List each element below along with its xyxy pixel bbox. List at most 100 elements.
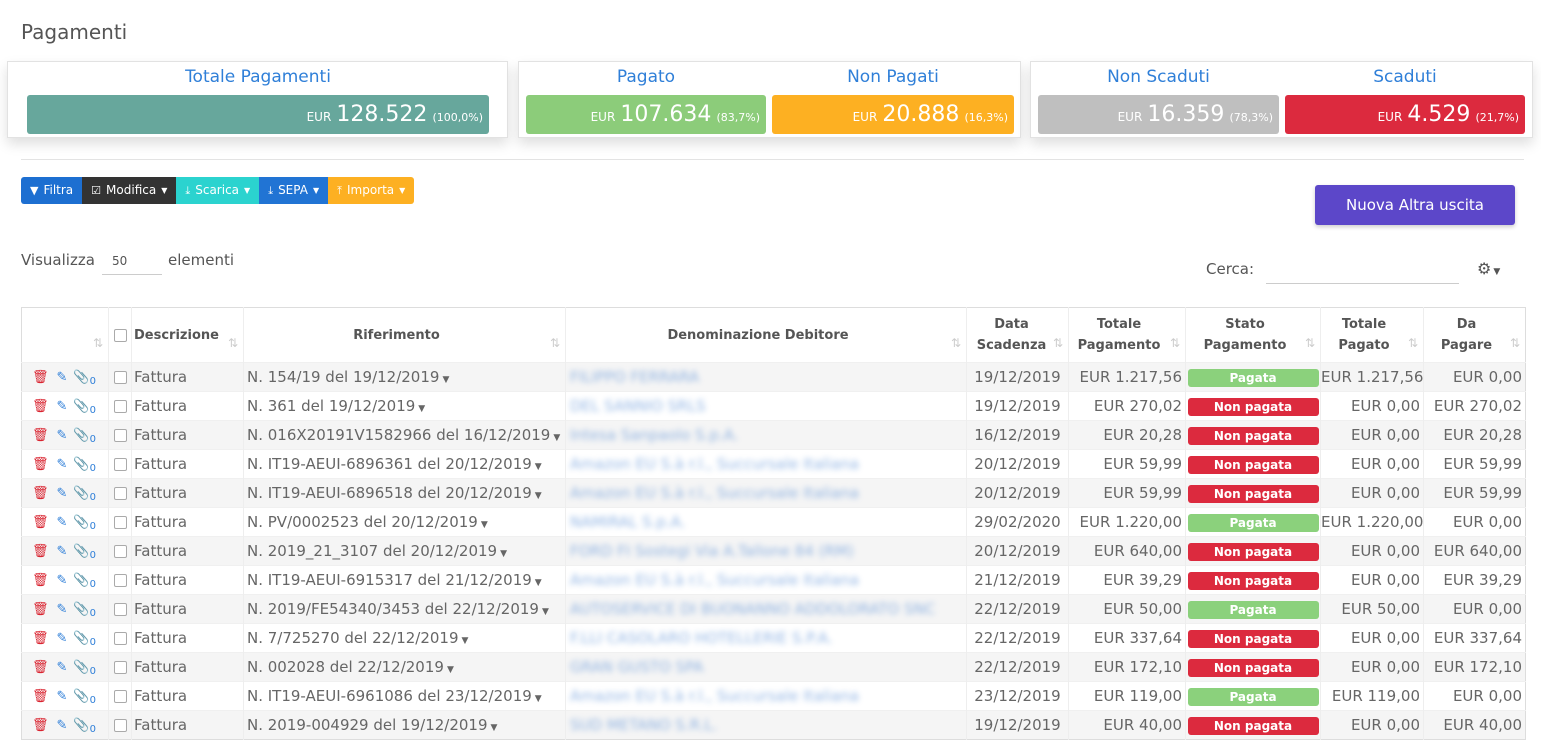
row-checkbox[interactable] bbox=[113, 371, 127, 384]
stat-value-box[interactable]: EUR 128.522 (100,0%) bbox=[27, 95, 489, 134]
table-row[interactable]: 🗑 ✎ 📎0 Fattura N. 154/19 del 19/12/2019 ▼ F… bbox=[21, 362, 1526, 392]
caret-down-icon[interactable]: ▼ bbox=[542, 607, 549, 617]
nuova-altra-uscita-button[interactable]: Nuova Altra uscita bbox=[1315, 185, 1515, 225]
denominazione-cell[interactable]: F.LLI CASOLARO HOTELLERIE S.P.A. bbox=[565, 623, 967, 653]
denominazione-link[interactable]: FILIPPO FERRARA bbox=[570, 368, 699, 386]
header-totale-pagamento[interactable]: Totale Pagamento ⇅ bbox=[1068, 307, 1186, 363]
table-row[interactable]: 🗑 ✎ 📎0 Fattura N. 2019/FE54340/3453 del 22… bbox=[21, 594, 1526, 624]
table-row[interactable]: 🗑 ✎ 📎0 Fattura N. 7/725270 del 22/12/2019 ▼… bbox=[21, 623, 1526, 653]
trash-icon[interactable]: 🗑 bbox=[32, 689, 49, 704]
filter-button[interactable]: ▼ Filtra bbox=[21, 177, 83, 204]
riferimento-link[interactable]: N. IT19-AEUI-6961086 del 23/12/2019 bbox=[247, 687, 532, 705]
denominazione-link[interactable]: SUD METANO S.R.L. bbox=[570, 716, 717, 734]
riferimento-cell[interactable]: N. IT19-AEUI-6961086 del 23/12/2019 ▼ bbox=[243, 681, 566, 711]
riferimento-link[interactable]: N. 2019-004929 del 19/12/2019 bbox=[247, 716, 488, 734]
riferimento-cell[interactable]: N. 016X20191V1582966 del 16/12/2019 ▼ bbox=[243, 420, 566, 450]
paperclip-icon[interactable]: 📎 bbox=[73, 544, 89, 559]
row-checkbox[interactable] bbox=[113, 690, 127, 703]
importa-dropdown-button[interactable]: ⤒ Importa ▼ bbox=[328, 177, 415, 204]
trash-icon[interactable]: 🗑 bbox=[32, 370, 49, 385]
caret-down-icon[interactable]: ▼ bbox=[553, 433, 560, 443]
denominazione-link[interactable]: Amazon EU S.à r.l., Succursale Italiana bbox=[570, 687, 859, 705]
denominazione-cell[interactable]: FORD FI Sostegi Via A.Tallone 84 (RM) bbox=[565, 536, 967, 566]
edit-icon[interactable]: ✎ bbox=[57, 631, 68, 646]
riferimento-link[interactable]: N. IT19-AEUI-6896361 del 20/12/2019 bbox=[247, 455, 532, 473]
denominazione-cell[interactable]: GRAN GUSTO SPA bbox=[565, 652, 967, 682]
denominazione-cell[interactable]: Amazon EU S.à r.l., Succursale Italiana bbox=[565, 478, 967, 508]
edit-icon[interactable]: ✎ bbox=[57, 602, 68, 617]
select-all-checkbox[interactable] bbox=[113, 328, 127, 342]
table-row[interactable]: 🗑 ✎ 📎0 Fattura N. IT19-AEUI-6896361 del 20… bbox=[21, 449, 1526, 479]
caret-down-icon[interactable]: ▼ bbox=[442, 375, 449, 385]
trash-icon[interactable]: 🗑 bbox=[32, 486, 49, 501]
search-input[interactable] bbox=[1266, 258, 1459, 284]
trash-icon[interactable]: 🗑 bbox=[32, 515, 49, 530]
trash-icon[interactable]: 🗑 bbox=[32, 457, 49, 472]
edit-icon[interactable]: ✎ bbox=[57, 544, 68, 559]
table-row[interactable]: 🗑 ✎ 📎0 Fattura N. IT19-AEUI-6961086 del 23… bbox=[21, 681, 1526, 711]
paperclip-icon[interactable]: 📎 bbox=[73, 631, 89, 646]
paperclip-icon[interactable]: 📎 bbox=[73, 602, 89, 617]
modifica-dropdown-button[interactable]: ☑ Modifica ▼ bbox=[82, 177, 177, 204]
riferimento-link[interactable]: N. IT19-AEUI-6896518 del 20/12/2019 bbox=[247, 484, 532, 502]
edit-icon[interactable]: ✎ bbox=[57, 660, 68, 675]
caret-down-icon[interactable]: ▼ bbox=[491, 723, 498, 733]
riferimento-link[interactable]: N. 361 del 19/12/2019 bbox=[247, 397, 415, 415]
riferimento-cell[interactable]: N. 361 del 19/12/2019 ▼ bbox=[243, 391, 566, 421]
denominazione-cell[interactable]: Amazon EU S.à r.l., Succursale Italiana bbox=[565, 449, 967, 479]
denominazione-link[interactable]: GRAN GUSTO SPA bbox=[570, 658, 703, 676]
edit-icon[interactable]: ✎ bbox=[57, 689, 68, 704]
riferimento-cell[interactable]: N. 2019/FE54340/3453 del 22/12/2019 ▼ bbox=[243, 594, 566, 624]
table-row[interactable]: 🗑 ✎ 📎0 Fattura N. 2019_21_3107 del 20/12/2… bbox=[21, 536, 1526, 566]
denominazione-link[interactable]: AUTOSERVICE DI BUONANNO ADDOLORATO SNC bbox=[570, 600, 935, 618]
header-totale-pagato[interactable]: Totale Pagato ⇅ bbox=[1320, 307, 1424, 363]
trash-icon[interactable]: 🗑 bbox=[32, 660, 49, 675]
paperclip-icon[interactable]: 📎 bbox=[73, 718, 89, 733]
edit-icon[interactable]: ✎ bbox=[57, 486, 68, 501]
edit-icon[interactable]: ✎ bbox=[57, 399, 68, 414]
caret-down-icon[interactable]: ▼ bbox=[500, 549, 507, 559]
riferimento-link[interactable]: N. 154/19 del 19/12/2019 bbox=[247, 368, 439, 386]
row-checkbox[interactable] bbox=[113, 632, 127, 645]
header-actions[interactable]: ⇅ bbox=[22, 308, 109, 363]
riferimento-link[interactable]: N. 2019/FE54340/3453 del 22/12/2019 bbox=[247, 600, 539, 618]
paperclip-icon[interactable]: 📎 bbox=[73, 515, 89, 530]
header-data-scadenza[interactable]: Data Scadenza ⇅ bbox=[966, 307, 1069, 363]
denominazione-cell[interactable]: SUD METANO S.R.L. bbox=[565, 710, 967, 740]
riferimento-cell[interactable]: N. IT19-AEUI-6896361 del 20/12/2019 ▼ bbox=[243, 449, 566, 479]
edit-icon[interactable]: ✎ bbox=[57, 370, 68, 385]
row-checkbox[interactable] bbox=[113, 603, 127, 616]
riferimento-link[interactable]: N. 016X20191V1582966 del 16/12/2019 bbox=[247, 426, 550, 444]
stat-value-box[interactable]: EUR 20.888 (16,3%) bbox=[772, 95, 1014, 134]
paperclip-icon[interactable]: 📎 bbox=[73, 428, 89, 443]
column-settings-button[interactable]: ⚙ ▼ bbox=[1477, 259, 1500, 278]
denominazione-cell[interactable]: DEL SANNIO SRLS bbox=[565, 391, 967, 421]
denominazione-cell[interactable]: FILIPPO FERRARA bbox=[565, 362, 967, 392]
row-checkbox[interactable] bbox=[113, 458, 127, 471]
row-checkbox[interactable] bbox=[113, 545, 127, 558]
denominazione-link[interactable]: FORD FI Sostegi Via A.Tallone 84 (RM) bbox=[570, 542, 854, 560]
paperclip-icon[interactable]: 📎 bbox=[73, 689, 89, 704]
header-select-all[interactable] bbox=[108, 307, 132, 363]
header-denominazione[interactable]: Denominazione Debitore ⇅ bbox=[565, 307, 967, 363]
row-checkbox[interactable] bbox=[113, 574, 127, 587]
stat-value-box[interactable]: EUR 107.634 (83,7%) bbox=[526, 95, 766, 134]
table-row[interactable]: 🗑 ✎ 📎0 Fattura N. IT19-AEUI-6915317 del 21… bbox=[21, 565, 1526, 595]
riferimento-cell[interactable]: N. IT19-AEUI-6896518 del 20/12/2019 ▼ bbox=[243, 478, 566, 508]
trash-icon[interactable]: 🗑 bbox=[32, 544, 49, 559]
riferimento-cell[interactable]: N. PV/0002523 del 20/12/2019 ▼ bbox=[243, 507, 566, 537]
caret-down-icon[interactable]: ▼ bbox=[447, 665, 454, 675]
caret-down-icon[interactable]: ▼ bbox=[535, 694, 542, 704]
trash-icon[interactable]: 🗑 bbox=[32, 602, 49, 617]
denominazione-link[interactable]: DEL SANNIO SRLS bbox=[570, 397, 705, 415]
riferimento-cell[interactable]: N. 154/19 del 19/12/2019 ▼ bbox=[243, 362, 566, 392]
trash-icon[interactable]: 🗑 bbox=[32, 573, 49, 588]
table-row[interactable]: 🗑 ✎ 📎0 Fattura N. 361 del 19/12/2019 ▼ DEL … bbox=[21, 391, 1526, 421]
riferimento-link[interactable]: N. IT19-AEUI-6915317 del 21/12/2019 bbox=[247, 571, 532, 589]
trash-icon[interactable]: 🗑 bbox=[32, 399, 49, 414]
trash-icon[interactable]: 🗑 bbox=[32, 428, 49, 443]
denominazione-link[interactable]: Amazon EU S.à r.l., Succursale Italiana bbox=[570, 571, 859, 589]
stat-value-box[interactable]: EUR 4.529 (21,7%) bbox=[1285, 95, 1525, 134]
paperclip-icon[interactable]: 📎 bbox=[73, 573, 89, 588]
denominazione-cell[interactable]: Amazon EU S.à r.l., Succursale Italiana bbox=[565, 681, 967, 711]
